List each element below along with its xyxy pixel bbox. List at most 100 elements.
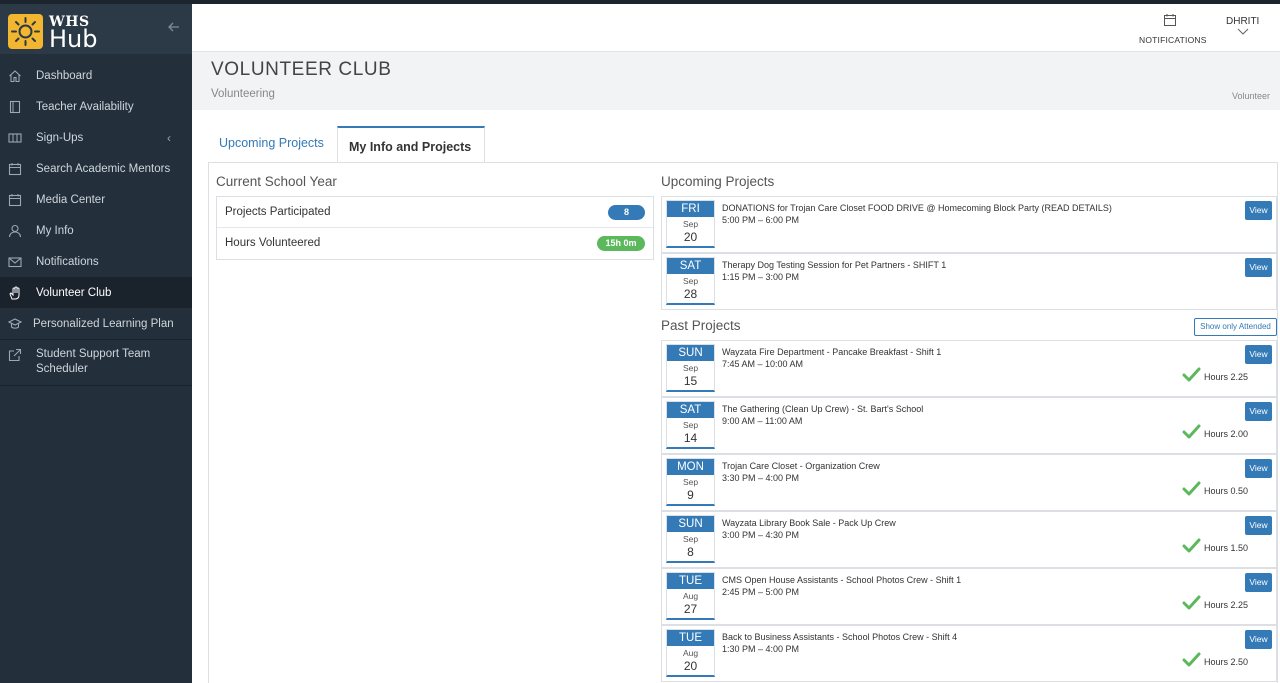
divider (0, 385, 192, 386)
sidebar-item-label: Teacher Availability (36, 100, 134, 113)
project-title: Back to Business Assistants - School Pho… (722, 632, 958, 642)
view-button[interactable]: View (1245, 201, 1272, 220)
logo-text-bottom: Hub (49, 25, 98, 53)
sidebar-item-search-academic-mentors[interactable]: Search Academic Mentors (0, 153, 192, 184)
project-time: 3:30 PM – 4:00 PM (722, 473, 800, 483)
sidebar-item-student-support-team-scheduler[interactable]: Student Support Team Scheduler (0, 340, 192, 385)
stat-label: Hours Volunteered (225, 237, 321, 249)
date-weekday: SUN (667, 516, 714, 532)
project-time: 5:00 PM – 6:00 PM (722, 215, 800, 225)
sidebar-item-media-center[interactable]: Media Center (0, 184, 192, 215)
date-card: SUN Sep 15 (666, 344, 715, 392)
breadcrumb[interactable]: Volunteer (1232, 91, 1270, 101)
hours-text: Hours 2.00 (1204, 429, 1249, 439)
brand[interactable]: WHS Hub (0, 4, 192, 54)
project-time: 3:00 PM – 4:30 PM (722, 530, 800, 540)
sidebar-item-label: Notifications (36, 255, 99, 268)
view-button[interactable]: View (1245, 258, 1272, 277)
date-weekday: SAT (667, 258, 714, 274)
project-time: 2:45 PM – 5:00 PM (722, 587, 800, 597)
sidebar-item-volunteer-club[interactable]: Volunteer Club (0, 277, 192, 308)
hours-text: Hours 2.25 (1204, 372, 1249, 382)
date-card: SUN Sep 8 (666, 515, 715, 563)
view-button[interactable]: View (1245, 573, 1272, 592)
view-button[interactable]: View (1245, 459, 1272, 478)
view-button[interactable]: View (1245, 516, 1272, 535)
project-title: Wayzata Library Book Sale - Pack Up Crew (722, 518, 896, 528)
past-projects-title: Past Projects (661, 318, 741, 333)
sun-logo-icon (8, 14, 43, 49)
date-month: Aug (682, 591, 699, 601)
date-month: Sep (682, 534, 699, 544)
calendar-icon (8, 162, 22, 176)
project-title: The Gathering (Clean Up Crew) - St. Bart… (722, 404, 924, 414)
home-icon (8, 69, 22, 83)
past-project-row: TUE Aug 27 CMS Open House Assistants - S… (661, 568, 1277, 625)
hours-text: Hours 2.25 (1204, 600, 1249, 610)
past-project-row: MON Sep 9 Trojan Care Closet - Organizat… (661, 454, 1277, 511)
date-weekday: SAT (667, 402, 714, 418)
project-title: Trojan Care Closet - Organization Crew (722, 461, 880, 471)
graduation-cap-icon (7, 317, 23, 331)
date-month: Sep (682, 276, 699, 286)
columns-icon (8, 131, 22, 145)
sidebar-item-notifications[interactable]: Notifications (0, 246, 192, 277)
past-project-row: TUE Aug 20 Back to Business Assistants -… (661, 625, 1277, 682)
date-card: TUE Aug 27 (666, 572, 715, 620)
tab-my-info-and-projects[interactable]: My Info and Projects (337, 126, 485, 163)
sidebar-item-label: Sign-Ups (36, 131, 84, 144)
arrow-left-icon[interactable] (166, 19, 182, 35)
upcoming-project-row: SAT Sep 28 Therapy Dog Testing Session f… (661, 253, 1277, 310)
date-month: Aug (682, 648, 699, 658)
hand-icon (8, 286, 22, 300)
tab-upcoming-projects[interactable]: Upcoming Projects (208, 126, 336, 163)
date-month: Sep (682, 477, 699, 487)
project-title: Wayzata Fire Department - Pancake Breakf… (722, 347, 942, 357)
date-day: 20 (683, 230, 698, 244)
past-project-row: SAT Sep 14 The Gathering (Clean Up Crew)… (661, 397, 1277, 454)
sidebar-item-sign-ups[interactable]: Sign-Ups ‹ (0, 122, 192, 153)
page-title: VOLUNTEER CLUB (211, 59, 392, 80)
notifications-button[interactable]: NOTIFICATIONS (1139, 13, 1206, 45)
user-name: DHRITI (1226, 16, 1260, 27)
sidebar-item-personalized-learning-plan[interactable]: Personalized Learning Plan (0, 308, 192, 339)
view-button[interactable]: View (1245, 402, 1272, 421)
upcoming-projects-title: Upcoming Projects (661, 174, 775, 189)
sidebar-item-dashboard[interactable]: Dashboard (0, 60, 192, 91)
user-icon (8, 224, 22, 238)
sidebar-item-my-info[interactable]: My Info (0, 215, 192, 246)
top-header: NOTIFICATIONS DHRITI (192, 4, 1280, 52)
date-day: 9 (687, 488, 694, 502)
date-day: 28 (683, 287, 698, 301)
checkmark-icon (1182, 595, 1201, 615)
date-weekday: SUN (667, 345, 714, 361)
external-link-icon (8, 348, 22, 362)
sidebar-item-label: Personalized Learning Plan (33, 317, 174, 330)
date-day: 15 (683, 374, 698, 388)
calendar-icon (8, 193, 22, 207)
date-day: 8 (687, 545, 694, 559)
date-month: Sep (682, 219, 699, 229)
list-item: Projects Participated 8 (217, 197, 653, 228)
checkmark-icon (1182, 538, 1201, 558)
view-button[interactable]: View (1245, 630, 1272, 649)
past-project-row: SUN Sep 8 Wayzata Library Book Sale - Pa… (661, 511, 1277, 568)
sidebar-item-label: Media Center (36, 193, 106, 206)
view-button[interactable]: View (1245, 345, 1272, 364)
page-subtitle: Volunteering (211, 88, 275, 100)
sidebar-item-label: Search Academic Mentors (36, 162, 171, 175)
project-time: 7:45 AM – 10:00 AM (722, 359, 804, 369)
page-header: VOLUNTEER CLUB Volunteering Volunteer (192, 52, 1280, 110)
sidebar-item-label: Student Support Team Scheduler (36, 348, 151, 375)
project-time: 1:15 PM – 3:00 PM (722, 272, 800, 282)
user-menu[interactable]: DHRITI (1226, 16, 1259, 39)
checkmark-icon (1182, 481, 1201, 501)
date-day: 20 (683, 659, 698, 673)
date-weekday: TUE (667, 573, 714, 589)
date-month: Sep (682, 363, 699, 373)
show-only-attended-button[interactable]: Show only Attended (1194, 318, 1277, 336)
checkmark-icon (1182, 424, 1201, 444)
date-weekday: TUE (667, 630, 714, 646)
date-day: 14 (683, 431, 698, 445)
sidebar-item-teacher-availability[interactable]: Teacher Availability (0, 91, 192, 122)
